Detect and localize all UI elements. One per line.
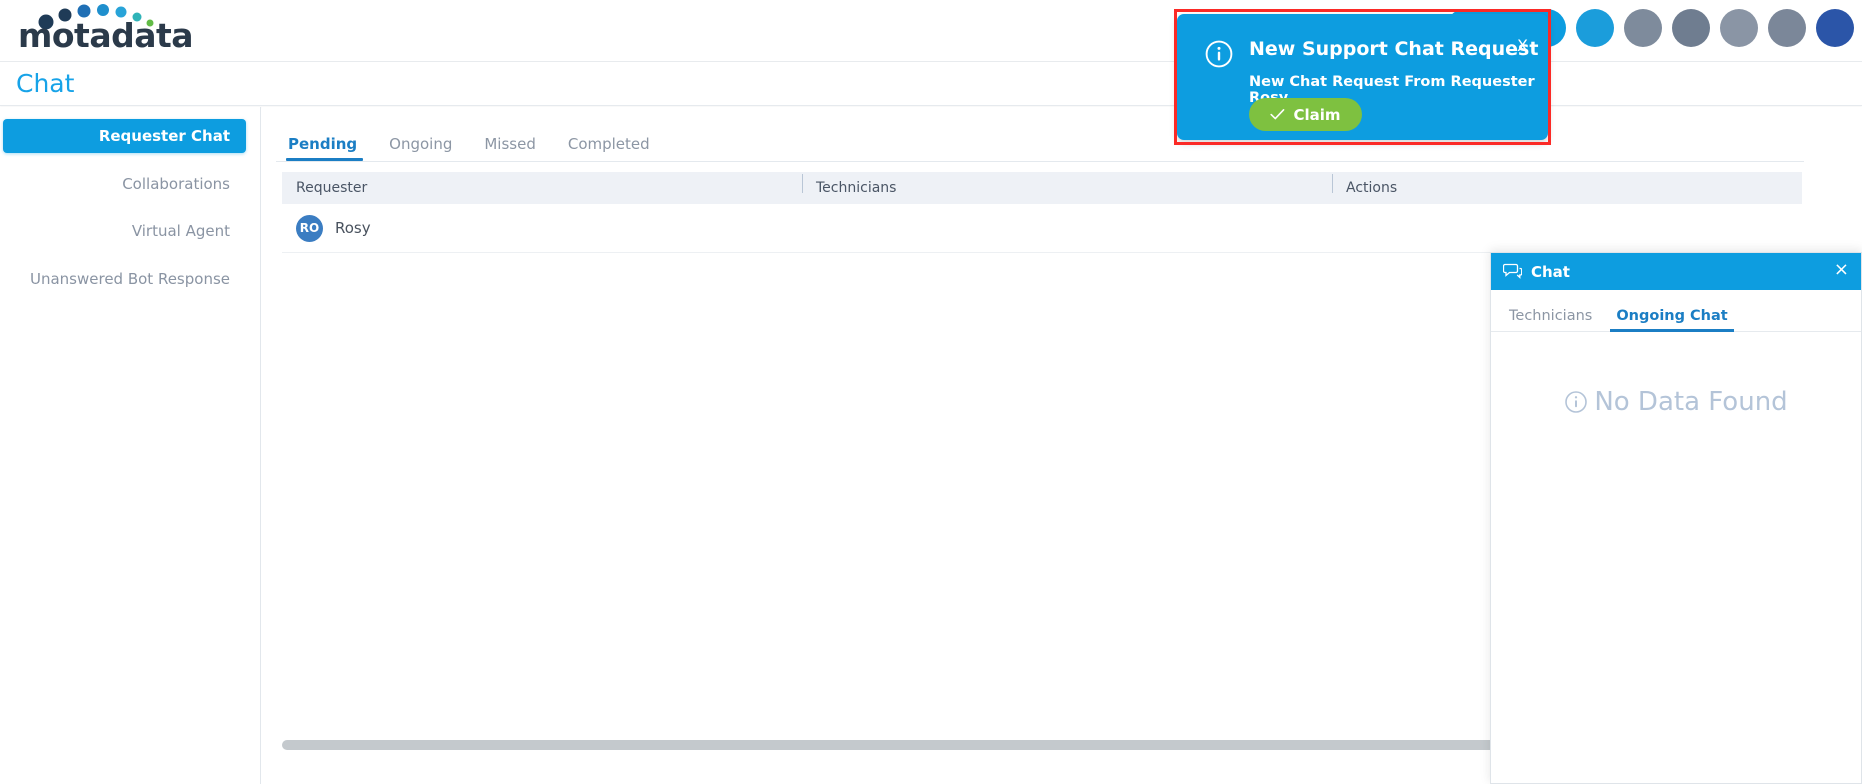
top-brand-bar: motadata bbox=[0, 0, 1862, 62]
sidebar-item-requester-chat[interactable]: Requester Chat bbox=[3, 119, 246, 153]
requester-name: Rosy bbox=[335, 219, 371, 237]
sidebar-item-collaborations[interactable]: Collaborations bbox=[3, 167, 246, 201]
tab-label: Pending bbox=[288, 135, 358, 153]
sidebar-item-label: Virtual Agent bbox=[131, 222, 230, 240]
tab-completed[interactable]: Completed bbox=[552, 137, 666, 161]
tab-label: Ongoing bbox=[389, 135, 453, 153]
chat-empty-state: No Data Found bbox=[1491, 332, 1861, 472]
sidebar-item-virtual-agent[interactable]: Virtual Agent bbox=[3, 214, 246, 248]
sidebar-item-label: Requester Chat bbox=[98, 127, 230, 145]
chat-tab-technicians[interactable]: Technicians bbox=[1497, 307, 1604, 332]
empty-state-label: No Data Found bbox=[1594, 387, 1788, 417]
claim-button[interactable]: Claim bbox=[1249, 98, 1362, 131]
notification-bell-icon[interactable] bbox=[1624, 9, 1662, 47]
column-header-technicians[interactable]: Technicians bbox=[802, 174, 1332, 196]
chat-panel: Chat × Technicians Ongoing Chat No Data … bbox=[1490, 252, 1862, 784]
claim-button-label: Claim bbox=[1293, 105, 1341, 124]
table-header-row: Requester Technicians Actions bbox=[282, 172, 1802, 204]
close-icon[interactable]: × bbox=[1834, 261, 1849, 279]
user-avatar[interactable] bbox=[1816, 9, 1854, 47]
chat-tab-label: Ongoing Chat bbox=[1616, 307, 1728, 324]
support-chat-toast: New Support Chat Request X New Chat Requ… bbox=[1177, 14, 1548, 140]
logo-wordmark: motadata bbox=[18, 16, 194, 55]
chat-panel-tabs: Technicians Ongoing Chat bbox=[1491, 290, 1861, 332]
tab-label: Completed bbox=[567, 135, 650, 153]
table-row[interactable]: RO Rosy bbox=[282, 204, 1802, 253]
chat-tab-ongoing-chat[interactable]: Ongoing Chat bbox=[1604, 307, 1739, 332]
column-header-actions[interactable]: Actions bbox=[1332, 174, 1802, 196]
chat-requests-table: Requester Technicians Actions RO Rosy bbox=[282, 172, 1802, 253]
horizontal-scrollbar-thumb[interactable] bbox=[282, 740, 1547, 750]
avatar: RO bbox=[296, 214, 323, 242]
column-header-requester[interactable]: Requester bbox=[282, 180, 802, 196]
sidebar-item-unanswered-bot-response[interactable]: Unanswered Bot Response bbox=[3, 262, 246, 296]
app-root: motadata Chat Requester Chat Collaborati… bbox=[0, 0, 1862, 784]
page-title: Chat bbox=[16, 69, 75, 98]
chat-panel-title: Chat bbox=[1531, 262, 1570, 281]
settings-icon[interactable] bbox=[1768, 9, 1806, 47]
check-icon bbox=[1270, 109, 1285, 120]
tab-ongoing[interactable]: Ongoing bbox=[373, 137, 468, 161]
tab-missed[interactable]: Missed bbox=[468, 137, 552, 161]
motadata-logo[interactable]: motadata bbox=[10, 4, 194, 55]
chat-bubble-icon bbox=[1503, 263, 1522, 279]
tabs-divider bbox=[276, 161, 1804, 162]
chat-tab-label: Technicians bbox=[1509, 307, 1593, 324]
tab-pending[interactable]: Pending bbox=[276, 137, 373, 161]
tab-label: Missed bbox=[484, 135, 536, 153]
search-icon[interactable] bbox=[1576, 9, 1614, 47]
status-tabs: Pending Ongoing Missed Completed bbox=[276, 125, 666, 161]
sidebar-item-label: Unanswered Bot Response bbox=[29, 270, 230, 288]
cell-requester: RO Rosy bbox=[282, 214, 802, 242]
close-icon[interactable]: X bbox=[1517, 36, 1528, 55]
toast-title: New Support Chat Request bbox=[1249, 38, 1539, 60]
chat-panel-header: Chat × bbox=[1491, 253, 1861, 290]
info-icon bbox=[1205, 40, 1233, 68]
sidebar-item-label: Collaborations bbox=[122, 175, 230, 193]
sidebar: Requester Chat Collaborations Virtual Ag… bbox=[0, 107, 261, 784]
help-icon[interactable] bbox=[1672, 9, 1710, 47]
info-icon bbox=[1565, 391, 1588, 413]
apps-icon[interactable] bbox=[1720, 9, 1758, 47]
page-title-bar: Chat bbox=[0, 62, 1862, 106]
